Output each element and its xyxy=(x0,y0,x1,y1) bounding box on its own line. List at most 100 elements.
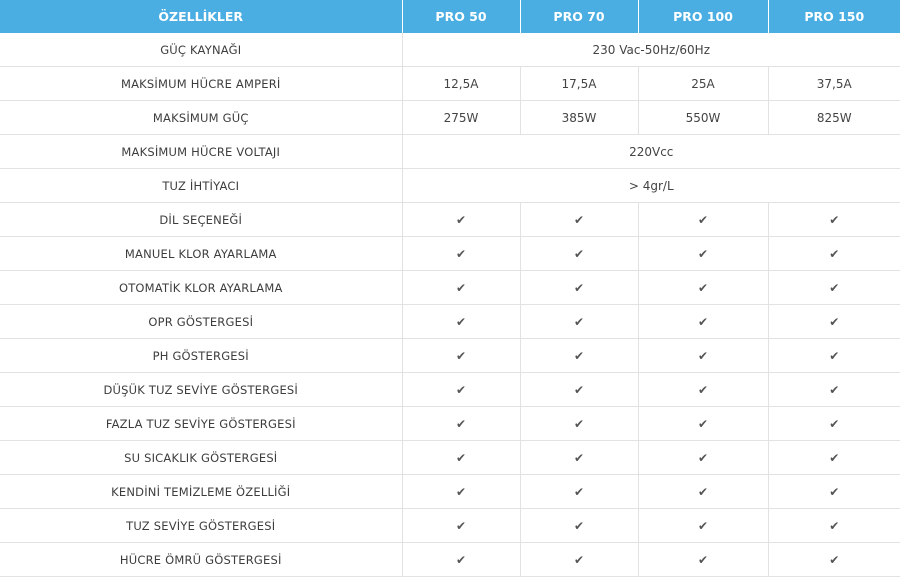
checkmark-icon: ✔ xyxy=(697,450,709,465)
checkmark-icon: ✔ xyxy=(829,382,840,397)
feature-label: TUZ İHTİYACI xyxy=(0,168,403,203)
checkmark-icon: ✔ xyxy=(455,212,467,227)
table-row: MAKSİMUM GÜÇ 275W 385W 550W 825W xyxy=(0,100,900,135)
model-support-cell: ✔ xyxy=(402,236,521,271)
checkmark-icon: ✔ xyxy=(455,416,467,431)
checkmark-icon: ✔ xyxy=(829,552,840,567)
checkmark-icon: ✔ xyxy=(697,518,709,533)
checkmark-icon: ✔ xyxy=(697,552,709,567)
table-row: HÜCRE ÖMRÜ GÖSTERGESİ ✔ ✔ ✔ ✔ xyxy=(0,542,900,577)
model-support-cell: ✔ xyxy=(402,406,521,441)
model-support-cell: ✔ xyxy=(520,236,639,271)
checkmark-icon: ✔ xyxy=(829,280,840,295)
checkmark-icon: ✔ xyxy=(455,348,467,363)
checkmark-icon: ✔ xyxy=(829,450,840,465)
checkmark-icon: ✔ xyxy=(573,348,585,363)
model-support-cell: ✔ xyxy=(638,474,769,509)
model-support-cell: ✔ xyxy=(520,270,639,305)
checkmark-icon: ✔ xyxy=(573,246,585,261)
header-model-pro-100: PRO 100 xyxy=(638,0,769,33)
checkmark-icon: ✔ xyxy=(455,552,467,567)
feature-label: SU SICAKLIK GÖSTERGESİ xyxy=(0,440,403,475)
checkmark-icon: ✔ xyxy=(573,450,585,465)
model-support-cell: ✔ xyxy=(768,542,900,577)
shared-value: 220Vcc xyxy=(402,134,900,169)
feature-label: OTOMATİK KLOR AYARLAMA xyxy=(0,270,403,305)
header-row: ÖZELLİKLER PRO 50 PRO 70 PRO 100 PRO 150 xyxy=(0,0,900,33)
table-row: SU SICAKLIK GÖSTERGESİ ✔ ✔ ✔ ✔ xyxy=(0,440,900,475)
checkmark-icon: ✔ xyxy=(573,552,585,567)
model-support-cell: ✔ xyxy=(768,338,900,373)
checkmark-icon: ✔ xyxy=(829,246,840,261)
model-support-cell: ✔ xyxy=(768,440,900,475)
model-support-cell: ✔ xyxy=(520,304,639,339)
feature-label: KENDİNİ TEMİZLEME ÖZELLİĞİ xyxy=(0,474,403,509)
model-value: 17,5A xyxy=(520,66,639,101)
checkmark-icon: ✔ xyxy=(697,246,709,261)
table-row: OTOMATİK KLOR AYARLAMA ✔ ✔ ✔ ✔ xyxy=(0,270,900,305)
model-support-cell: ✔ xyxy=(520,372,639,407)
header-features: ÖZELLİKLER xyxy=(0,0,403,33)
checkmark-icon: ✔ xyxy=(697,212,709,227)
feature-label: FAZLA TUZ SEVİYE GÖSTERGESİ xyxy=(0,406,403,441)
model-support-cell: ✔ xyxy=(768,270,900,305)
feature-label: TUZ SEVİYE GÖSTERGESİ xyxy=(0,508,403,543)
table-row: MAKSİMUM HÜCRE VOLTAJI 220Vcc xyxy=(0,134,900,169)
checkmark-icon: ✔ xyxy=(573,212,585,227)
checkmark-icon: ✔ xyxy=(697,348,709,363)
model-support-cell: ✔ xyxy=(402,474,521,509)
header-model-pro-50: PRO 50 xyxy=(402,0,521,33)
header-model-pro-150: PRO 150 xyxy=(768,0,900,33)
model-support-cell: ✔ xyxy=(638,406,769,441)
checkmark-icon: ✔ xyxy=(829,518,840,533)
checkmark-icon: ✔ xyxy=(573,416,585,431)
checkmark-icon: ✔ xyxy=(697,280,709,295)
checkmark-icon: ✔ xyxy=(455,450,467,465)
model-support-cell: ✔ xyxy=(638,338,769,373)
feature-label: GÜÇ KAYNAĞI xyxy=(0,33,403,67)
table-row: KENDİNİ TEMİZLEME ÖZELLİĞİ ✔ ✔ ✔ ✔ xyxy=(0,474,900,509)
table-row: GÜÇ KAYNAĞI 230 Vac-50Hz/60Hz xyxy=(0,33,900,67)
model-support-cell: ✔ xyxy=(768,236,900,271)
feature-label: DÜŞÜK TUZ SEVİYE GÖSTERGESİ xyxy=(0,372,403,407)
model-support-cell: ✔ xyxy=(520,474,639,509)
model-support-cell: ✔ xyxy=(768,508,900,543)
checkmark-icon: ✔ xyxy=(697,314,709,329)
checkmark-icon: ✔ xyxy=(829,416,840,431)
checkmark-icon: ✔ xyxy=(455,314,467,329)
checkmark-icon: ✔ xyxy=(573,382,585,397)
feature-label: MANUEL KLOR AYARLAMA xyxy=(0,236,403,271)
model-support-cell: ✔ xyxy=(638,440,769,475)
model-support-cell: ✔ xyxy=(520,508,639,543)
feature-label: OPR GÖSTERGESİ xyxy=(0,304,403,339)
checkmark-icon: ✔ xyxy=(697,484,709,499)
checkmark-icon: ✔ xyxy=(455,382,467,397)
model-value: 12,5A xyxy=(402,66,521,101)
checkmark-icon: ✔ xyxy=(455,246,467,261)
checkmark-icon: ✔ xyxy=(829,348,840,363)
checkmark-icon: ✔ xyxy=(573,314,585,329)
model-support-cell: ✔ xyxy=(402,202,521,237)
model-value: 275W xyxy=(402,100,521,135)
model-support-cell: ✔ xyxy=(638,270,769,305)
model-support-cell: ✔ xyxy=(768,202,900,237)
model-support-cell: ✔ xyxy=(402,270,521,305)
model-support-cell: ✔ xyxy=(520,542,639,577)
model-support-cell: ✔ xyxy=(520,202,639,237)
model-support-cell: ✔ xyxy=(638,372,769,407)
model-support-cell: ✔ xyxy=(638,236,769,271)
model-support-cell: ✔ xyxy=(638,304,769,339)
model-support-cell: ✔ xyxy=(402,304,521,339)
model-support-cell: ✔ xyxy=(638,508,769,543)
table-row: MAKSİMUM HÜCRE AMPERİ 12,5A 17,5A 25A 37,5A xyxy=(0,66,900,101)
model-support-cell: ✔ xyxy=(768,474,900,509)
model-support-cell: ✔ xyxy=(768,406,900,441)
model-support-cell: ✔ xyxy=(768,372,900,407)
feature-label: DİL SEÇENEĞİ xyxy=(0,202,403,237)
header-model-pro-70: PRO 70 xyxy=(520,0,639,33)
model-support-cell: ✔ xyxy=(402,372,521,407)
model-support-cell: ✔ xyxy=(402,440,521,475)
model-support-cell: ✔ xyxy=(638,542,769,577)
table-row: DÜŞÜK TUZ SEVİYE GÖSTERGESİ ✔ ✔ ✔ ✔ xyxy=(0,372,900,407)
model-support-cell: ✔ xyxy=(768,304,900,339)
